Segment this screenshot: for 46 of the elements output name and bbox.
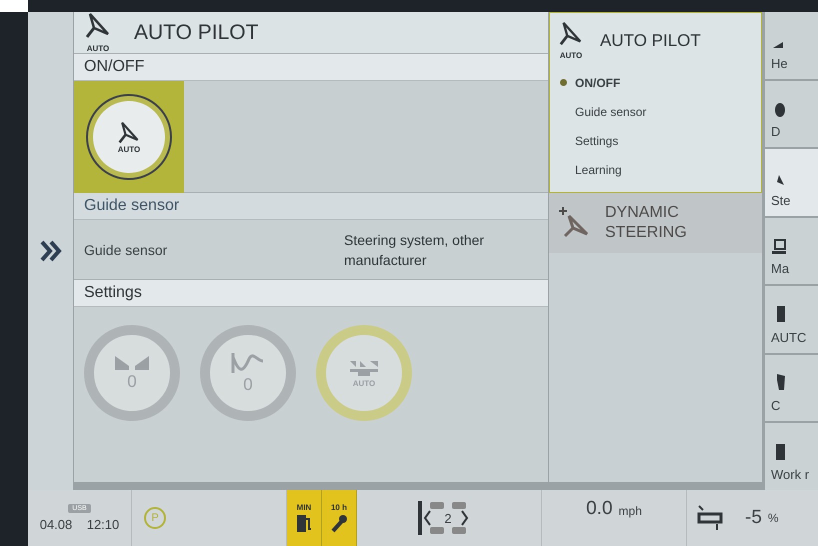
plus-steering-arm-icon <box>557 206 591 240</box>
curve-line-icon <box>231 351 265 373</box>
section-heading: Settings <box>74 280 548 307</box>
nav-tab[interactable]: AUTC <box>765 286 818 353</box>
double-chevron-icon[interactable] <box>40 240 62 262</box>
nav-tab[interactable]: He <box>765 12 818 79</box>
slip-icon <box>695 504 725 532</box>
icon-caption: AUTO <box>86 44 110 53</box>
nav-tab[interactable]: Ma <box>765 218 818 284</box>
menu-item[interactable]: Settings <box>575 134 618 148</box>
speed-reading: 0.0 <box>586 498 613 520</box>
section-heading: ON/OFF <box>74 54 548 81</box>
menu-item[interactable]: Guide sensor <box>575 104 646 118</box>
fuel-pump-icon <box>295 513 313 533</box>
nav-tab[interactable]: Work r <box>765 423 818 490</box>
date-time: 04.08 12:10 <box>40 517 120 532</box>
dial-value: 0 <box>243 375 253 395</box>
speed-unit: mph <box>618 504 642 518</box>
wedge-pair-icon <box>115 354 149 370</box>
selection-dot <box>560 79 567 86</box>
wrench-icon <box>330 513 348 533</box>
fuel-warning: MIN <box>287 490 322 546</box>
dial-value: AUTO <box>352 378 376 388</box>
menu-item[interactable]: Learning <box>575 162 622 176</box>
nav-tab[interactable]: Ste <box>765 149 818 216</box>
menu-item[interactable]: ON/OFF <box>575 76 620 90</box>
icon-caption: AUTO <box>560 51 582 60</box>
page-title: AUTO PILOT <box>134 20 258 44</box>
section-heading: Guide sensor <box>74 193 548 220</box>
menu-title: DYNAMIC STEERING <box>605 203 688 243</box>
icon-caption: AUTO <box>118 144 140 154</box>
tray-icon <box>348 358 380 376</box>
gear-number: 2 <box>444 510 452 526</box>
slip-unit: % <box>768 511 779 525</box>
parking-brake-indicator: P <box>144 507 166 529</box>
slip-reading: -5 <box>745 507 762 529</box>
machine-icon <box>771 239 787 256</box>
menu-title: AUTO PILOT <box>600 30 701 50</box>
autopilot-toggle[interactable]: AUTO <box>86 94 172 180</box>
setting-value: Steering system, other manufacturer <box>344 230 486 270</box>
service-warning: 10 h <box>322 490 357 546</box>
menu-card[interactable]: DYNAMIC STEERING <box>549 193 762 253</box>
nav-tab[interactable]: C <box>765 354 818 422</box>
nav-tab[interactable]: D <box>765 80 818 148</box>
setting-label: Guide sensor <box>84 242 168 258</box>
dial-value: 0 <box>127 372 137 392</box>
